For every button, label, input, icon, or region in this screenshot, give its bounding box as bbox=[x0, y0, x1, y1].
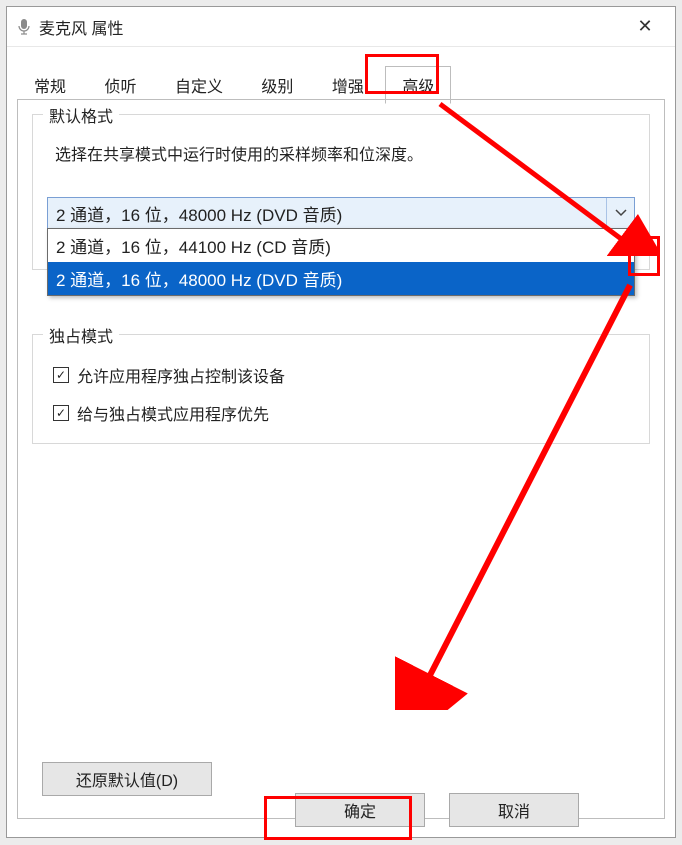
exclusive-mode-group: 独占模式 ✓ 允许应用程序独占控制该设备 ✓ 给与独占模式应用程序优先 bbox=[32, 334, 650, 444]
checkbox-row-allow-exclusive[interactable]: ✓ 允许应用程序独占控制该设备 bbox=[53, 363, 635, 387]
tab-strip: 常规 侦听 自定义 级别 增强 高级 bbox=[17, 65, 665, 99]
microphone-icon bbox=[17, 18, 31, 36]
checkmark-icon: ✓ bbox=[56, 369, 66, 381]
chevron-down-icon bbox=[615, 209, 627, 217]
cancel-button[interactable]: 取消 bbox=[449, 793, 579, 827]
default-format-description: 选择在共享模式中运行时使用的采样频率和位深度。 bbox=[55, 141, 635, 165]
combobox-arrow-button[interactable] bbox=[606, 198, 634, 228]
format-option-1[interactable]: 2 通道，16 位，48000 Hz (DVD 音质) bbox=[48, 262, 634, 295]
default-format-title: 默认格式 bbox=[43, 103, 119, 127]
restore-defaults-button[interactable]: 还原默认值(D) bbox=[42, 762, 212, 796]
window-body: 常规 侦听 自定义 级别 增强 高级 默认格式 选择在共享模式中运行时使用的采样… bbox=[7, 47, 675, 831]
window-title: 麦克风 属性 bbox=[39, 15, 625, 39]
checkbox-label-priority: 给与独占模式应用程序优先 bbox=[77, 401, 269, 425]
checkbox-row-priority[interactable]: ✓ 给与独占模式应用程序优先 bbox=[53, 401, 635, 425]
close-button[interactable]: ✕ bbox=[625, 16, 665, 37]
dialog-footer: 确定 取消 bbox=[295, 793, 579, 827]
properties-window: 麦克风 属性 ✕ 常规 侦听 自定义 级别 增强 高级 默认格式 选择在共享模式… bbox=[6, 6, 676, 838]
format-selected-value: 2 通道，16 位，48000 Hz (DVD 音质) bbox=[48, 201, 606, 226]
advanced-panel: 默认格式 选择在共享模式中运行时使用的采样频率和位深度。 2 通道，16 位，4… bbox=[17, 99, 665, 819]
checkmark-icon: ✓ bbox=[56, 407, 66, 419]
checkbox-priority[interactable]: ✓ bbox=[53, 405, 69, 421]
titlebar: 麦克风 属性 ✕ bbox=[7, 7, 675, 47]
format-combobox[interactable]: 2 通道，16 位，48000 Hz (DVD 音质) 2 通道，16 位，44… bbox=[47, 197, 635, 229]
checkbox-allow-exclusive[interactable]: ✓ bbox=[53, 367, 69, 383]
format-option-0[interactable]: 2 通道，16 位，44100 Hz (CD 音质) bbox=[48, 229, 634, 262]
ok-button[interactable]: 确定 bbox=[295, 793, 425, 827]
checkbox-label-allow-exclusive: 允许应用程序独占控制该设备 bbox=[77, 363, 285, 387]
exclusive-mode-title: 独占模式 bbox=[43, 323, 119, 347]
format-dropdown: 2 通道，16 位，44100 Hz (CD 音质) 2 通道，16 位，480… bbox=[47, 228, 635, 296]
default-format-group: 默认格式 选择在共享模式中运行时使用的采样频率和位深度。 2 通道，16 位，4… bbox=[32, 114, 650, 270]
